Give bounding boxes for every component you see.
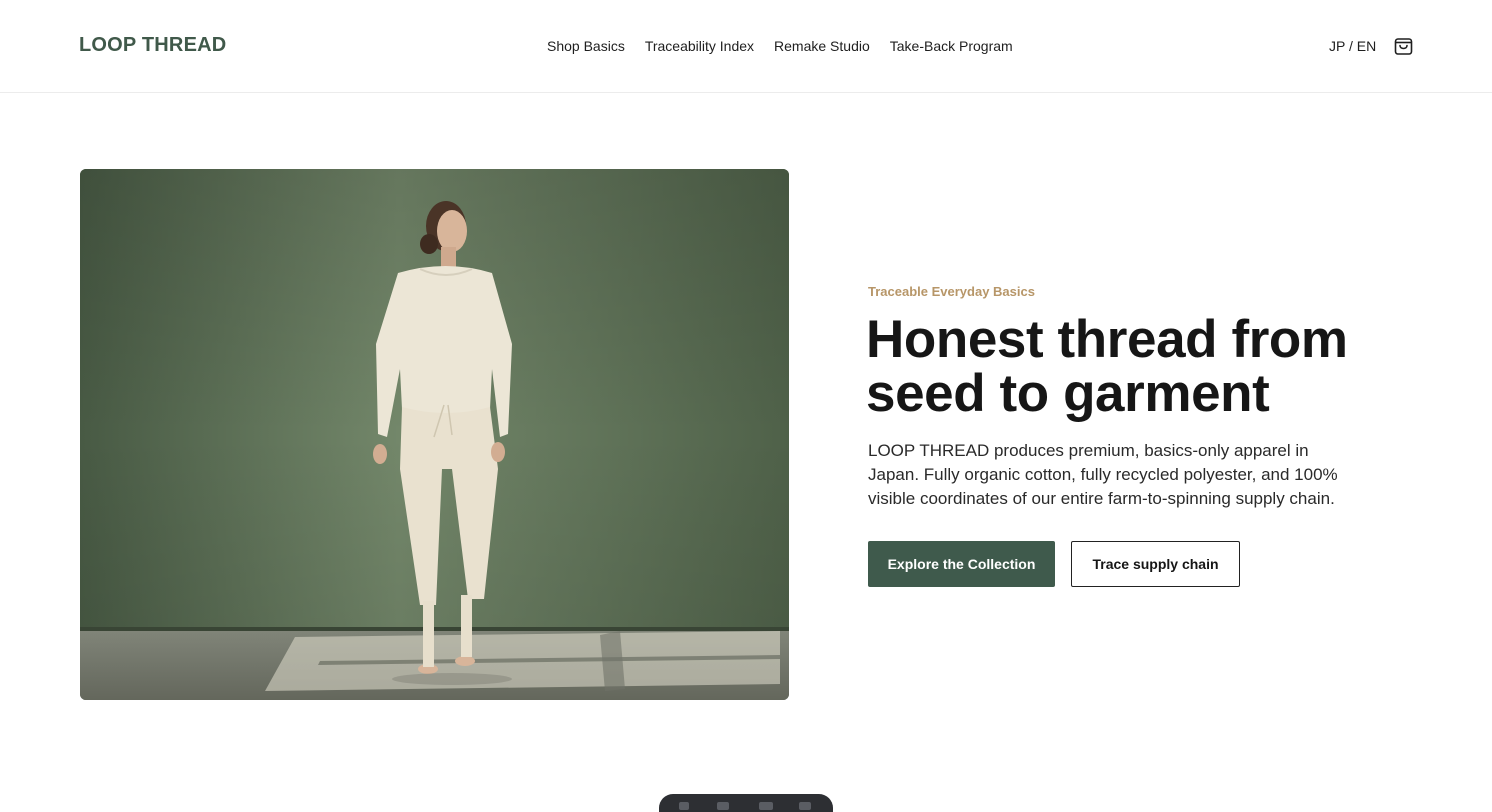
shopping-bag-icon[interactable] xyxy=(1393,35,1414,56)
site-header: LOOP THREAD Shop Basics Traceability Ind… xyxy=(0,0,1492,93)
hero-image xyxy=(80,169,789,700)
nav-link-take-back-program[interactable]: Take-Back Program xyxy=(890,38,1013,54)
main-nav: Shop Basics Traceability Index Remake St… xyxy=(547,38,1013,54)
hero-description: LOOP THREAD produces premium, basics-onl… xyxy=(868,441,1338,508)
hero-headline: Honest thread from seed to garment xyxy=(866,310,1348,423)
brand-logo[interactable]: LOOP THREAD xyxy=(79,34,226,57)
nav-link-remake-studio[interactable]: Remake Studio xyxy=(774,38,870,54)
floating-toolbar[interactable] xyxy=(659,794,833,812)
trace-supply-chain-button[interactable]: Trace supply chain xyxy=(1071,541,1240,587)
toolbar-tool-icon[interactable] xyxy=(759,802,773,810)
toolbar-tool-icon[interactable] xyxy=(717,802,729,810)
toolbar-tool-icon[interactable] xyxy=(679,802,689,810)
explore-collection-button[interactable]: Explore the Collection xyxy=(868,541,1055,587)
nav-link-traceability-index[interactable]: Traceability Index xyxy=(645,38,754,54)
toolbar-tool-icon[interactable] xyxy=(799,802,811,810)
language-toggle[interactable]: JP / EN xyxy=(1329,38,1376,54)
hero-eyebrow: Traceable Everyday Basics xyxy=(868,284,1035,299)
nav-link-shop-basics[interactable]: Shop Basics xyxy=(547,38,625,54)
